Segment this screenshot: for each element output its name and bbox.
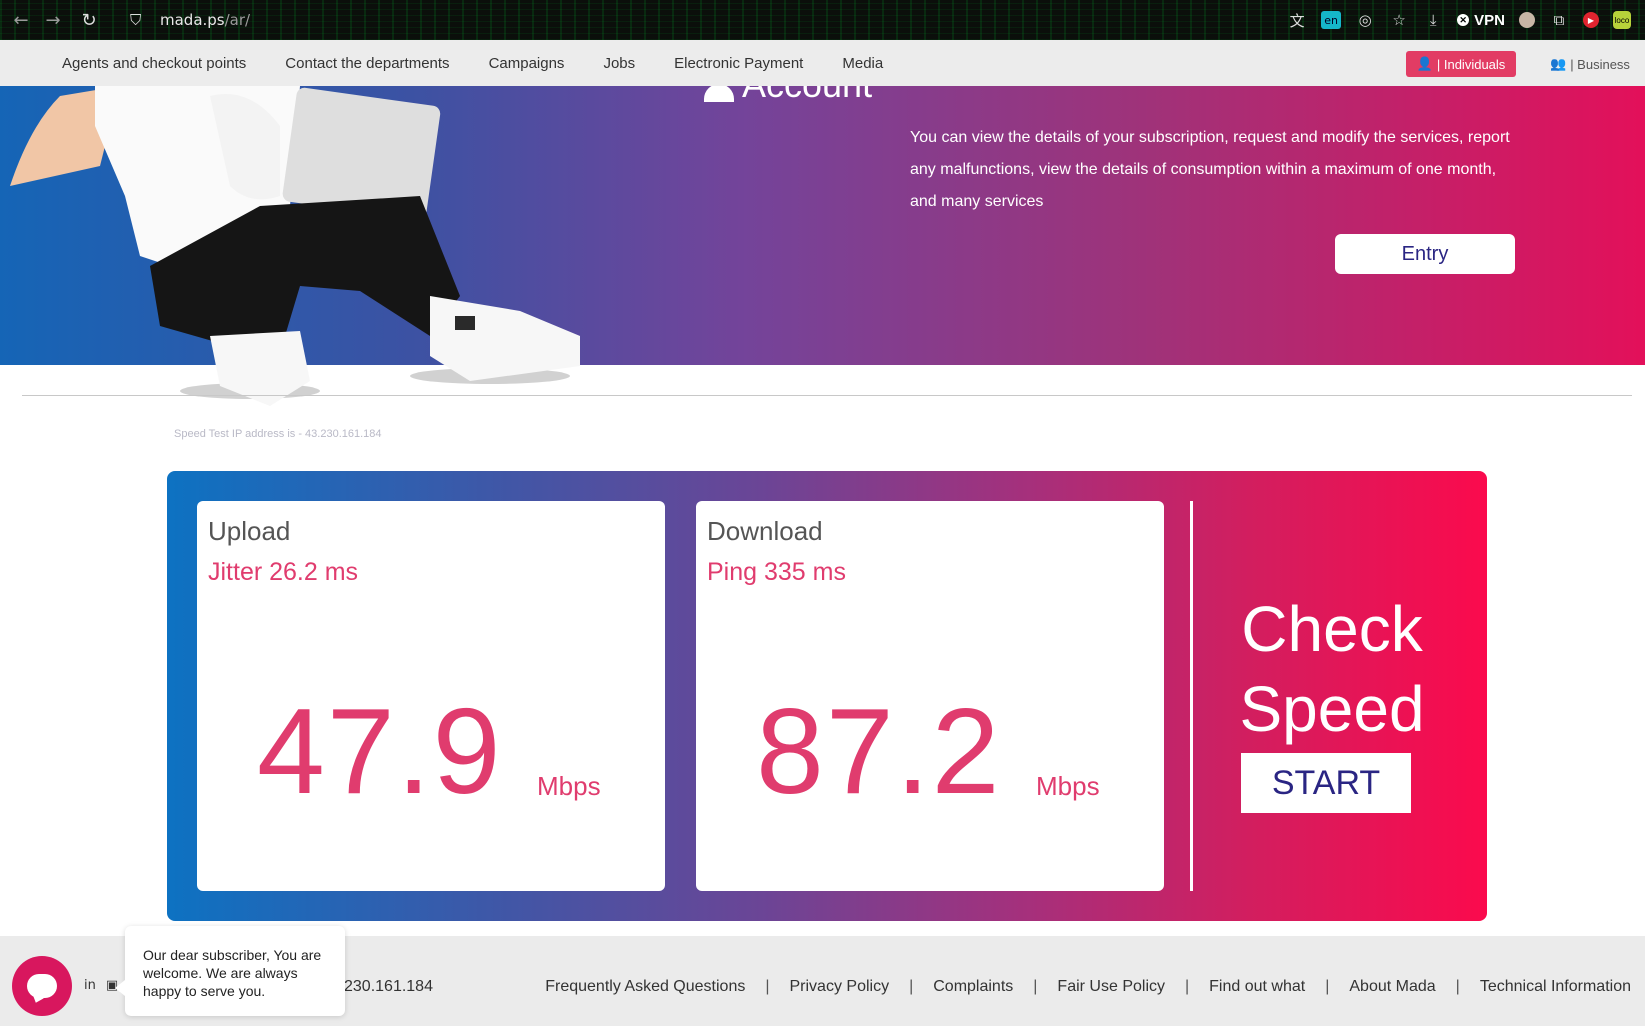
record-extension-icon[interactable]: ▶: [1583, 12, 1599, 28]
nav-link-campaigns[interactable]: Campaigns: [489, 55, 565, 72]
bookmark-star-icon[interactable]: ☆: [1389, 10, 1409, 30]
browser-toolbar: ← → ↻ ⛉ mada.ps/ar/ 文 en ◎ ☆ ⤓ ✕ VPN ⧉ ▶ …: [0, 0, 1645, 40]
language-badge[interactable]: en: [1321, 11, 1342, 29]
footer-link-fair-use[interactable]: Fair Use Policy: [1057, 978, 1165, 996]
footer-links: Frequently Asked Questions | Privacy Pol…: [545, 978, 1631, 996]
shield-icon: ⛉: [130, 11, 142, 29]
forward-arrow-icon[interactable]: →: [42, 9, 64, 31]
ping-readout: Ping 335 ms: [707, 558, 846, 586]
download-label: Download: [707, 516, 823, 546]
social-links: in ▣: [84, 978, 118, 993]
upload-label: Upload: [208, 516, 291, 546]
translate-icon[interactable]: 文: [1287, 10, 1307, 30]
extensions-puzzle-icon[interactable]: ⧉: [1549, 10, 1569, 30]
start-button[interactable]: START: [1241, 753, 1411, 813]
account-heading: Account: [704, 86, 872, 106]
site-navigation: Agents and checkout points Contact the d…: [0, 40, 1645, 86]
chat-welcome-popup[interactable]: Our dear subscriber, You are welcome. We…: [115, 926, 345, 1016]
account-description: You can view the details of your subscri…: [910, 129, 1510, 210]
fingerprint-icon[interactable]: ◎: [1355, 10, 1375, 30]
business-button[interactable]: 👥 | Business: [1550, 51, 1630, 77]
entry-button[interactable]: Entry: [1335, 234, 1515, 274]
nav-link-payment[interactable]: Electronic Payment: [674, 55, 803, 72]
chat-button[interactable]: [12, 956, 72, 1016]
upload-card: Upload Jitter 26.2 ms 47.9 Mbps: [197, 501, 665, 891]
footer-separator: |: [1325, 978, 1330, 995]
footer-link-privacy[interactable]: Privacy Policy: [790, 978, 890, 996]
individuals-button[interactable]: 👤 | Individuals: [1406, 51, 1516, 77]
nav-link-media[interactable]: Media: [842, 55, 883, 72]
vpn-toggle[interactable]: ✕ VPN: [1457, 12, 1505, 29]
footer-separator: |: [909, 978, 914, 995]
upload-unit: Mbps: [537, 771, 601, 801]
upload-speed-value: 47.9: [257, 683, 503, 819]
footer-ip-fragment: 230.161.184: [344, 978, 433, 995]
footer-separator: |: [765, 978, 770, 995]
loco-extension-icon[interactable]: loco: [1613, 11, 1631, 29]
nav-link-agents[interactable]: Agents and checkout points: [62, 55, 246, 72]
download-unit: Mbps: [1036, 771, 1100, 801]
footer-separator: |: [1455, 978, 1460, 995]
check-speed-heading: Check Speed: [1239, 593, 1425, 745]
footer-link-find-out[interactable]: Find out what: [1209, 978, 1305, 996]
download-speed-value: 87.2: [756, 683, 1002, 819]
vertical-separator: [1190, 501, 1193, 891]
reload-icon[interactable]: ↻: [78, 9, 100, 31]
jitter-readout: Jitter 26.2 ms: [208, 558, 359, 586]
users-icon: 👥: [1550, 56, 1567, 71]
vpn-off-icon: ✕: [1457, 14, 1470, 26]
download-card: Download Ping 335 ms 87.2 Mbps: [696, 501, 1164, 891]
account-person-icon: [704, 86, 734, 102]
url-text[interactable]: mada.ps/ar/: [160, 11, 250, 29]
linkedin-icon[interactable]: in: [84, 978, 96, 993]
back-arrow-icon[interactable]: ←: [10, 9, 32, 31]
footer-link-technical[interactable]: Technical Information: [1480, 978, 1631, 996]
footer-separator: |: [1033, 978, 1038, 995]
speedtest-ip-address: Speed Test IP address is - 43.230.161.18…: [174, 428, 382, 440]
footer-separator: |: [1185, 978, 1190, 995]
footer-link-about[interactable]: About Mada: [1349, 978, 1435, 996]
speed-test-panel: Upload Jitter 26.2 ms 47.9 Mbps Download…: [167, 471, 1487, 921]
browser-extensions: 文 en ◎ ☆ ⤓ ✕ VPN ⧉ ▶ loco: [1287, 0, 1645, 40]
footer-link-faq[interactable]: Frequently Asked Questions: [545, 978, 745, 996]
section-divider: [22, 395, 1632, 396]
nav-link-contact[interactable]: Contact the departments: [285, 55, 449, 72]
footer-link-complaints[interactable]: Complaints: [933, 978, 1013, 996]
account-hero: Account You can view the details of your…: [0, 86, 1645, 365]
profile-avatar[interactable]: [1519, 12, 1535, 28]
download-icon[interactable]: ⤓: [1423, 10, 1443, 30]
nav-link-jobs[interactable]: Jobs: [603, 55, 635, 72]
user-icon: 👤: [1416, 56, 1433, 71]
address-bar[interactable]: ⛉ mada.ps/ar/: [130, 6, 250, 34]
chat-bubble-icon: [27, 974, 57, 998]
nav-links: Agents and checkout points Contact the d…: [62, 55, 922, 72]
